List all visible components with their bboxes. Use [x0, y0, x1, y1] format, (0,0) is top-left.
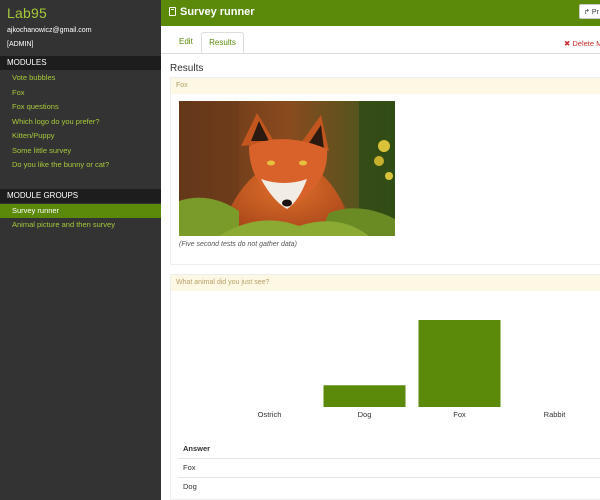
answer-column-header: Answer [183, 444, 211, 453]
chart-bar-dog [323, 385, 406, 407]
chart-category-label: Fox [453, 410, 466, 419]
chart-category-label: Rabbit [544, 410, 567, 419]
table-row: Dog [178, 477, 600, 495]
answer-chart: Ostrich Dog Fox Rabbit [258, 320, 567, 419]
chart-bar-fox [418, 320, 501, 407]
table-row: Fox [178, 458, 600, 476]
chart-category-label: Ostrich [258, 410, 282, 419]
chart-category-label: Dog [358, 410, 372, 419]
